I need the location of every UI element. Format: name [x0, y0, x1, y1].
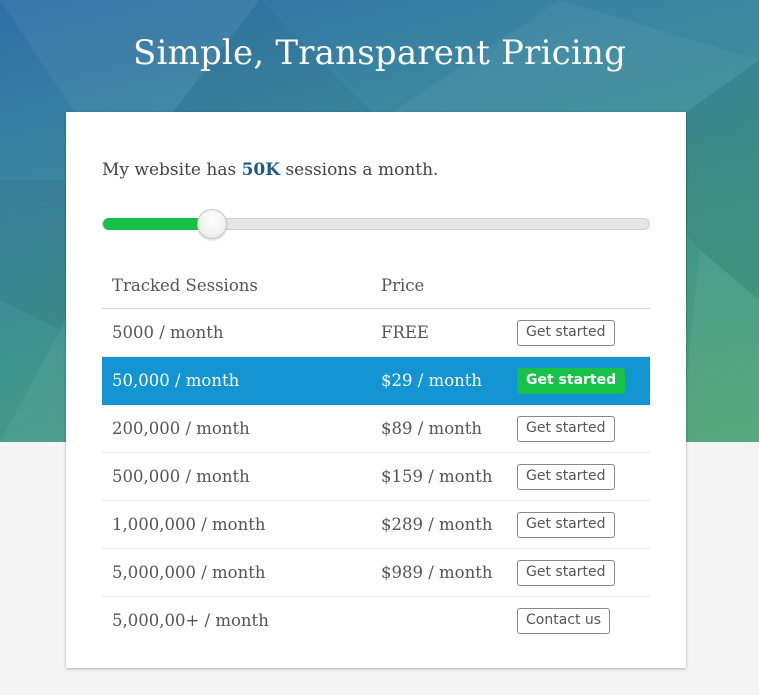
pricing-table: Tracked Sessions Price 5000 / month FREE…	[102, 262, 650, 644]
get-started-button[interactable]: Get started	[517, 319, 615, 346]
column-header-price: Price	[381, 275, 425, 295]
pricing-card: My website has 50K sessions a month. Tra…	[66, 112, 686, 668]
row-sessions: 200,000 / month	[112, 419, 250, 438]
get-started-button[interactable]: Get started	[517, 511, 615, 538]
row-price: $29 / month	[381, 371, 483, 390]
get-started-button[interactable]: Get started	[517, 367, 626, 394]
table-row[interactable]: 500,000 / month $159 / month Get started	[102, 453, 650, 501]
row-sessions: 5,000,00+ / month	[112, 611, 269, 630]
table-row[interactable]: 1,000,000 / month $289 / month Get start…	[102, 501, 650, 549]
get-started-button[interactable]: Get started	[517, 463, 615, 490]
row-sessions: 5000 / month	[112, 323, 224, 342]
row-price: $159 / month	[381, 467, 493, 486]
sessions-headline: My website has 50K sessions a month.	[102, 160, 438, 180]
sessions-slider[interactable]	[102, 209, 650, 239]
row-price: $289 / month	[381, 515, 493, 534]
row-price: $989 / month	[381, 563, 493, 582]
row-sessions: 50,000 / month	[112, 371, 240, 390]
row-price: FREE	[381, 323, 429, 342]
get-started-button[interactable]: Get started	[517, 415, 615, 442]
slider-handle[interactable]	[197, 209, 228, 239]
row-sessions: 5,000,000 / month	[112, 563, 266, 582]
sessions-value: 50K	[241, 160, 281, 180]
row-price: $89 / month	[381, 419, 483, 438]
contact-us-button[interactable]: Contact us	[517, 607, 611, 634]
headline-suffix: sessions a month.	[285, 160, 439, 180]
table-row[interactable]: 50,000 / month $29 / month Get started	[102, 357, 650, 405]
table-row[interactable]: 5,000,000 / month $989 / month Get start…	[102, 549, 650, 597]
table-row[interactable]: 200,000 / month $89 / month Get started	[102, 405, 650, 453]
table-header: Tracked Sessions Price	[102, 262, 650, 309]
row-sessions: 1,000,000 / month	[112, 515, 266, 534]
headline-prefix: My website has	[102, 160, 237, 180]
column-header-sessions: Tracked Sessions	[112, 275, 258, 295]
table-row[interactable]: 5,000,00+ / month Contact us	[102, 597, 650, 644]
get-started-button[interactable]: Get started	[517, 559, 615, 586]
table-row[interactable]: 5000 / month FREE Get started	[102, 309, 650, 357]
row-sessions: 500,000 / month	[112, 467, 250, 486]
slider-fill	[103, 218, 213, 230]
page-title: Simple, Transparent Pricing	[132, 33, 627, 73]
